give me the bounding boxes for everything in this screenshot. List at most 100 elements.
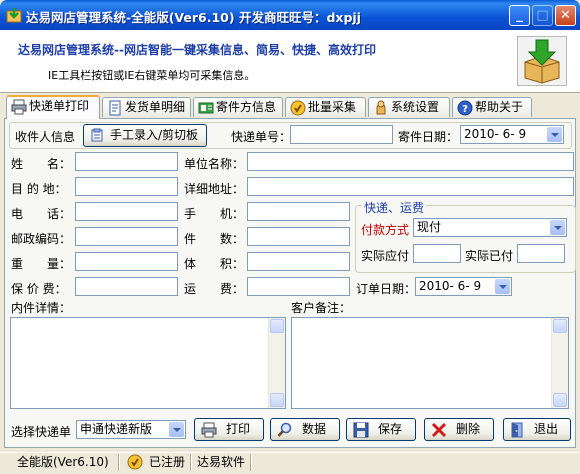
tab-label: 系统设置 — [391, 100, 440, 114]
document-icon — [109, 100, 121, 116]
mobile-input[interactable] — [247, 202, 350, 221]
tab-label: 发货单明细 — [125, 100, 186, 114]
tab-label: 寄件方信息 — [216, 100, 277, 114]
delete-x-icon — [431, 422, 447, 438]
manual-entry-label: 手工录入/剪切板 — [109, 128, 199, 142]
tab-label: 快递单打印 — [29, 99, 90, 113]
tab-batch-collect[interactable]: 批量采集 — [285, 97, 366, 117]
company-label: 单位名称： — [184, 157, 245, 171]
payment-method-label: 付款方式 — [361, 223, 410, 237]
data-button[interactable]: 数据 — [270, 418, 340, 441]
data-label: 数据 — [301, 422, 326, 436]
tab-print-waybill[interactable]: 快递单打印 — [6, 95, 100, 119]
status-company: 达易软件 — [197, 455, 246, 469]
company-input[interactable] — [247, 152, 574, 171]
collect-icon — [290, 100, 306, 116]
header-title: 达易网店管理系统--网店智能一键采集信息、简易、快捷、高效打印 — [18, 43, 376, 57]
postcode-label: 邮政编码： — [11, 232, 72, 246]
delete-label: 删除 — [455, 422, 480, 436]
magnifier-icon — [277, 422, 292, 437]
vertical-scrollbar[interactable] — [268, 318, 285, 408]
insured-fee-label: 保 价 费： — [11, 282, 67, 296]
payment-method-value: 现付 — [417, 220, 442, 234]
order-date-label: 订单日期： — [356, 282, 417, 296]
freight-group-title: 快递、运费 — [362, 199, 427, 216]
maximize-icon: □ — [536, 8, 549, 23]
clipboard-icon — [91, 128, 103, 142]
order-date-picker[interactable]: 2010- 6- 9 — [415, 277, 512, 296]
address-label: 详细地址： — [184, 182, 245, 196]
payment-method-select[interactable]: 现付 — [413, 218, 567, 237]
status-separator — [190, 454, 192, 471]
svg-text:?: ? — [462, 104, 468, 115]
ship-date-picker[interactable]: 2010- 6- 9 — [460, 125, 564, 144]
exit-door-icon — [511, 422, 523, 438]
floppy-disk-icon — [353, 422, 369, 438]
volume-label: 体 积： — [184, 257, 245, 271]
name-label: 姓 名： — [11, 157, 72, 171]
remarks-label: 客户备注： — [291, 301, 352, 315]
destination-label: 目 的 地： — [11, 182, 67, 196]
express-template-value: 申通快递新版 — [80, 422, 153, 436]
chevron-down-icon[interactable] — [550, 220, 565, 235]
printer-icon — [201, 422, 217, 438]
scroll-down-icon[interactable] — [553, 393, 567, 407]
scroll-up-icon[interactable] — [553, 319, 567, 333]
vertical-scrollbar[interactable] — [551, 318, 568, 408]
payable-input[interactable] — [413, 244, 461, 263]
registered-badge-icon — [127, 454, 143, 470]
exit-button[interactable]: 退出 — [503, 418, 571, 441]
tracking-no-label: 快递单号： — [231, 130, 292, 144]
ship-date-value: 2010- 6- 9 — [464, 127, 527, 141]
postcode-input[interactable] — [75, 227, 178, 246]
name-input[interactable] — [75, 152, 178, 171]
express-template-select[interactable]: 申通快递新版 — [76, 420, 186, 439]
freight-input[interactable] — [247, 277, 350, 296]
pieces-input[interactable] — [247, 227, 350, 246]
tab-label: 批量采集 — [308, 100, 357, 114]
scroll-down-icon[interactable] — [270, 393, 284, 407]
delete-button[interactable]: 删除 — [424, 418, 494, 441]
status-separator — [118, 454, 120, 471]
minimize-button[interactable]: _ — [509, 5, 530, 26]
volume-input[interactable] — [247, 252, 350, 271]
phone-label: 电 话： — [11, 207, 72, 221]
exit-label: 退出 — [533, 422, 558, 436]
recipient-info-label: 收件人信息 — [15, 130, 76, 144]
chevron-down-icon[interactable] — [547, 127, 562, 142]
scroll-up-icon[interactable] — [270, 319, 284, 333]
paid-input[interactable] — [517, 244, 565, 263]
mobile-label: 手 机： — [184, 207, 245, 221]
tracking-no-input[interactable] — [290, 125, 393, 144]
print-label: 打印 — [225, 422, 250, 436]
print-button[interactable]: 打印 — [194, 418, 264, 441]
tab-help-about[interactable]: ? 帮助关于 — [452, 97, 532, 117]
status-version: 全能版(Ver6.10) — [17, 455, 109, 469]
chevron-down-icon[interactable] — [169, 422, 184, 437]
remarks-textarea[interactable] — [291, 317, 569, 409]
destination-input[interactable] — [75, 177, 178, 196]
address-input[interactable] — [247, 177, 574, 196]
tab-invoice-details[interactable]: 发货单明细 — [102, 97, 191, 117]
chevron-down-icon[interactable] — [495, 279, 510, 294]
tab-system-settings[interactable]: 系统设置 — [368, 97, 450, 117]
printer-icon — [11, 99, 27, 115]
order-date-value: 2010- 6- 9 — [419, 279, 482, 293]
phone-input[interactable] — [75, 202, 178, 221]
minimize-icon: _ — [516, 8, 523, 23]
help-icon: ? — [457, 100, 473, 116]
contents-textarea[interactable] — [10, 317, 286, 409]
ship-date-label: 寄件日期： — [398, 130, 459, 144]
payable-label: 实际应付 — [361, 249, 410, 263]
header-banner — [0, 30, 580, 93]
settings-icon — [376, 100, 386, 115]
save-button[interactable]: 保存 — [346, 418, 416, 441]
header-subtitle: IE工具栏按钮或IE右键菜单均可采集信息。 — [48, 69, 256, 82]
save-label: 保存 — [377, 422, 402, 436]
close-button[interactable]: ✕ — [555, 5, 576, 26]
insured-fee-input[interactable] — [75, 277, 178, 296]
manual-entry-button[interactable]: 手工录入/剪切板 — [83, 124, 207, 147]
weight-input[interactable] — [75, 252, 178, 271]
maximize-button[interactable]: □ — [532, 5, 553, 26]
tab-sender-info[interactable]: 寄件方信息 — [193, 97, 283, 117]
